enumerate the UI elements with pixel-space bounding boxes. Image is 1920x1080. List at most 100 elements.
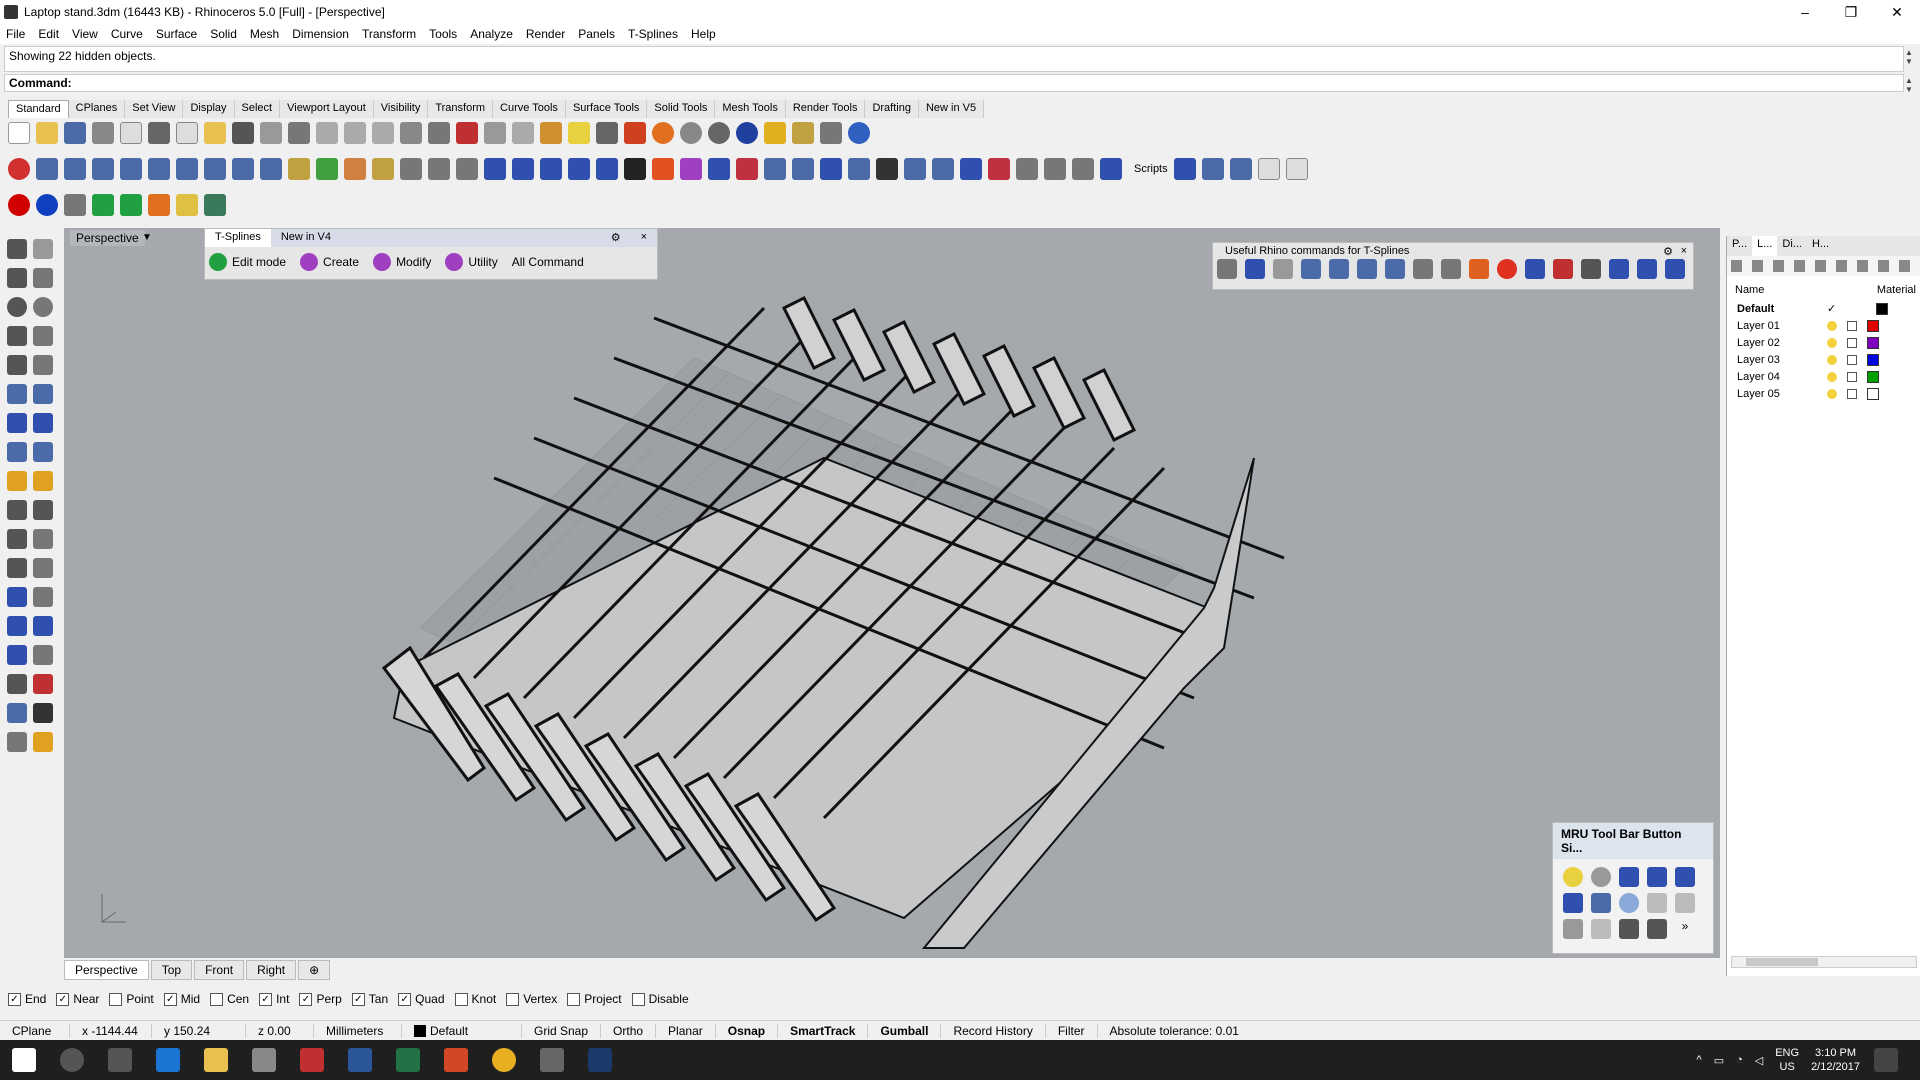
layer-panel-scrollbar[interactable] — [1731, 956, 1917, 968]
planar-toggle[interactable]: Planar — [656, 1023, 716, 1038]
pan-icon[interactable] — [260, 122, 282, 144]
osnap-checkbox[interactable]: ✓ — [259, 992, 273, 1006]
arc-icon[interactable] — [7, 326, 27, 346]
ts-pipe-icon[interactable] — [260, 158, 282, 180]
layer-color-swatch[interactable] — [1867, 353, 1879, 366]
green-box-icon[interactable] — [204, 194, 226, 216]
gift-icon[interactable] — [300, 1048, 324, 1072]
fillet-curve-icon[interactable] — [33, 355, 53, 375]
layer-row[interactable]: Layer 01 — [1727, 317, 1920, 334]
tab-display-panel[interactable]: Di... — [1777, 236, 1807, 256]
ts-quadball-icon[interactable] — [176, 158, 198, 180]
extrude-icon[interactable] — [7, 442, 27, 462]
units-label[interactable]: Millimeters — [314, 1023, 402, 1038]
ts-sphere-icon[interactable] — [92, 158, 114, 180]
copy-icon[interactable] — [176, 122, 198, 144]
osnap-checkbox[interactable] — [210, 992, 224, 1006]
mesh-icon[interactable] — [33, 442, 53, 462]
ts-unweld-icon[interactable] — [344, 158, 366, 180]
tab-solid-tools[interactable]: Solid Tools — [647, 100, 716, 118]
paint-icon[interactable] — [764, 122, 786, 144]
cursor-icon[interactable] — [1563, 919, 1583, 939]
ts-options-icon[interactable] — [988, 158, 1010, 180]
more-icon[interactable]: » — [1675, 919, 1695, 939]
ts-cylinder4-icon[interactable] — [1072, 158, 1094, 180]
undo-icon[interactable] — [232, 122, 254, 144]
render-tool-icon[interactable] — [7, 732, 27, 752]
move-parent-icon[interactable] — [1836, 260, 1847, 272]
box-edit-icon[interactable] — [1553, 259, 1573, 279]
ts-smooth-icon[interactable] — [792, 158, 814, 180]
paste-icon[interactable] — [204, 122, 226, 144]
wifi-icon[interactable]: ◔ — [1736, 1054, 1743, 1066]
check-icon[interactable] — [33, 703, 53, 723]
osnap-checkbox[interactable]: ✓ — [163, 992, 177, 1006]
windows-start-icon[interactable] — [12, 1048, 36, 1072]
minimize-button[interactable]: – — [1782, 0, 1828, 24]
menu-solid[interactable]: Solid — [210, 27, 237, 41]
osnap-checkbox[interactable] — [454, 992, 468, 1006]
cplane-label[interactable]: CPlane — [0, 1023, 70, 1038]
bulb-on-icon[interactable] — [1563, 867, 1583, 887]
ts-plane-icon[interactable] — [148, 158, 170, 180]
snapshot-icon[interactable] — [484, 122, 506, 144]
ts-cylinder2-icon[interactable] — [1016, 158, 1038, 180]
vtab-top[interactable]: Top — [150, 960, 193, 980]
green-cup-icon[interactable] — [120, 194, 142, 216]
ts-flip-icon[interactable] — [932, 158, 954, 180]
layer-row[interactable]: Layer 04 — [1727, 368, 1920, 385]
tab-layers[interactable]: L... — [1752, 236, 1778, 256]
add-viewport-icon[interactable]: ⊕ — [298, 960, 331, 980]
osnap-near-option[interactable]: ✓ Near — [56, 992, 99, 1006]
move-icon[interactable] — [7, 616, 27, 636]
ts-symmetry-icon[interactable] — [680, 158, 702, 180]
close-button[interactable]: ✕ — [1874, 0, 1920, 24]
tab-cplanes[interactable]: CPlanes — [68, 100, 126, 118]
osnap-tan-option[interactable]: ✓ Tan — [351, 992, 388, 1006]
battery-icon[interactable]: ▭ — [1714, 1054, 1724, 1067]
ts-match-icon[interactable] — [736, 158, 758, 180]
options-icon[interactable] — [792, 122, 814, 144]
box-icon[interactable] — [7, 413, 27, 433]
layer-row[interactable]: Default ✓ — [1727, 300, 1920, 317]
visibility-bulb-icon[interactable] — [1827, 371, 1837, 382]
useful-gear-icon[interactable]: ⚙ — [1663, 245, 1673, 258]
osnap-checkbox[interactable] — [506, 992, 520, 1006]
ts-bridge-icon[interactable] — [288, 158, 310, 180]
curve-mru-icon[interactable] — [1591, 919, 1611, 939]
script-edit-icon[interactable] — [1201, 158, 1224, 180]
cube-cmd2-icon[interactable] — [1441, 259, 1461, 279]
tab-new-in-v4[interactable]: New in V4 — [271, 229, 341, 247]
sweep-icon[interactable] — [1385, 259, 1405, 279]
blend-mru-icon[interactable] — [1647, 919, 1667, 939]
lock-icon[interactable] — [1847, 371, 1857, 382]
lock-icon[interactable] — [596, 122, 618, 144]
cylinder-icon[interactable] — [64, 194, 86, 216]
ts-cone-icon[interactable] — [204, 158, 226, 180]
new-file-icon[interactable] — [8, 122, 30, 144]
select-icon[interactable] — [512, 122, 534, 144]
light-tool-icon[interactable] — [33, 732, 53, 752]
excel-icon[interactable] — [396, 1048, 420, 1072]
rotate-icon[interactable] — [7, 645, 27, 665]
pentagon-icon[interactable] — [1285, 158, 1308, 180]
layer-name-header[interactable]: Name — [1735, 284, 1764, 296]
tab-new-in-v5[interactable]: New in V5 — [918, 100, 985, 118]
ts-check-icon[interactable] — [876, 158, 898, 180]
trim-icon[interactable] — [7, 500, 27, 520]
ts-cylinder3-icon[interactable] — [1044, 158, 1066, 180]
select-arrow-icon[interactable] — [7, 239, 27, 259]
osnap-checkbox[interactable] — [567, 992, 581, 1006]
layer-color-swatch[interactable] — [1867, 387, 1879, 400]
utility-button[interactable]: Utility — [445, 253, 498, 271]
laptop-stand-model[interactable] — [64, 228, 1720, 958]
menu-render[interactable]: Render — [526, 27, 565, 41]
ts-color-icon[interactable] — [652, 158, 674, 180]
cage-edit-icon[interactable] — [1581, 259, 1601, 279]
osnap-disable-option[interactable]: Disable — [631, 992, 689, 1006]
osnap-quad-option[interactable]: ✓ Quad — [398, 992, 445, 1006]
file-explorer-icon[interactable] — [204, 1048, 228, 1072]
funnel-icon[interactable] — [1301, 259, 1321, 279]
ts-convert-icon[interactable] — [708, 158, 730, 180]
history-scroll-arrows[interactable]: ▲ ▼ — [1902, 48, 1916, 66]
